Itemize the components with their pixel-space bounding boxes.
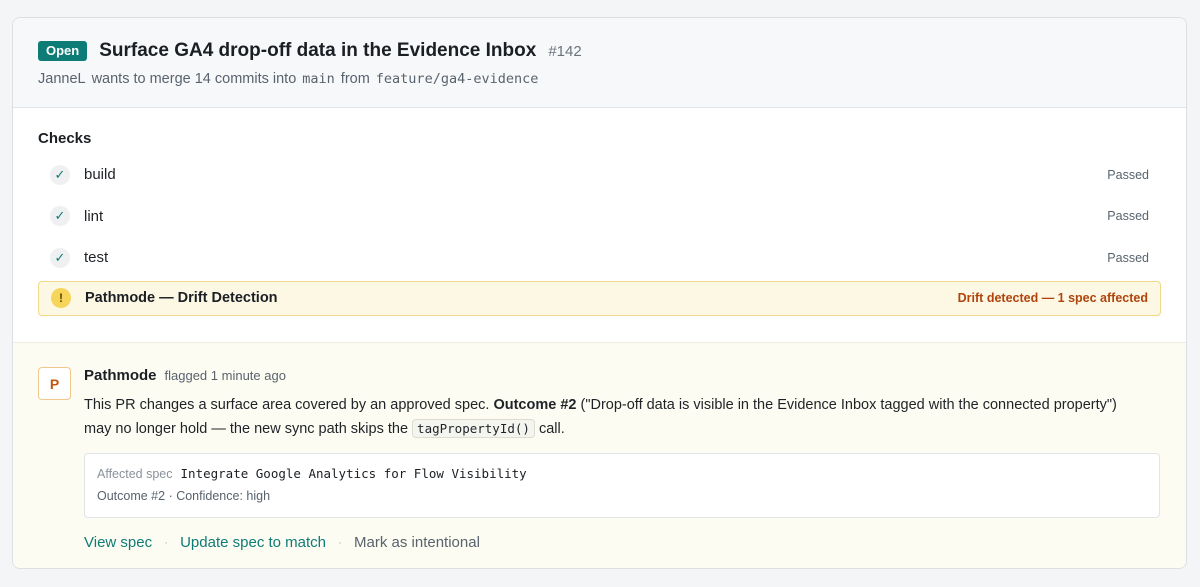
merge-text: wants to merge 14 commits into [91, 71, 297, 87]
outcome-ref: Outcome #2 [493, 397, 577, 413]
comment-message: This PR changes a surface area covered b… [84, 393, 1134, 441]
spec-name: Integrate Google Analytics for Flow Visi… [180, 466, 527, 481]
mark-intentional-link[interactable]: Mark as intentional [354, 534, 480, 551]
message-text: call. [538, 421, 565, 437]
pr-title-row: Open Surface GA4 drop-off data in the Ev… [38, 40, 1161, 62]
checks-title: Checks [38, 130, 92, 147]
check-name: test [84, 249, 109, 267]
warning-icon: ! [51, 288, 71, 308]
checkmark-icon: ✓ [50, 164, 70, 185]
pull-request-card: Open Surface GA4 drop-off data in the Ev… [12, 17, 1187, 569]
bot-comment: P Pathmode flagged 1 minute ago This PR … [13, 342, 1186, 568]
check-status: Passed [1107, 209, 1149, 224]
pr-subtitle: JanneL wants to merge 14 commits into ma… [38, 71, 1161, 87]
message-text: This PR changes a surface area covered b… [84, 397, 490, 413]
separator: · [338, 535, 343, 549]
comment-author[interactable]: Pathmode [84, 367, 157, 384]
comment-timestamp: flagged 1 minute ago [164, 368, 286, 383]
checkmark-icon: ✓ [50, 206, 70, 227]
base-branch[interactable]: main [302, 71, 335, 87]
spec-label: Affected spec [97, 467, 173, 481]
drift-check-name: Pathmode — Drift Detection [85, 290, 278, 306]
drift-detection-check[interactable]: ! Pathmode — Drift Detection Drift detec… [38, 280, 1161, 316]
code-snippet: tagPropertyId() [412, 419, 535, 438]
spec-meta: Outcome #2 · Confidence: high [97, 489, 271, 503]
check-row-build[interactable]: ✓ build Passed [38, 154, 1161, 196]
checks-list: ✓ build Passed ✓ lint Passed ✓ test Pass… [38, 154, 1161, 279]
pr-header: Open Surface GA4 drop-off data in the Ev… [13, 18, 1186, 108]
separator: · [164, 535, 169, 549]
check-name: lint [84, 207, 104, 225]
checks-section: Checks ✓ build Passed ✓ lint Passed ✓ te… [13, 108, 1186, 316]
page-title: Surface GA4 drop-off data in the Evidenc… [99, 40, 537, 61]
check-row-test[interactable]: ✓ test Passed [38, 237, 1161, 279]
update-spec-link[interactable]: Update spec to match [180, 534, 326, 551]
comment-header: Pathmode flagged 1 minute ago [84, 367, 1161, 385]
check-status: Passed [1107, 250, 1149, 265]
affected-spec-box: Affected spec Integrate Google Analytics… [84, 453, 1160, 518]
check-status: Passed [1107, 167, 1149, 182]
check-name: build [84, 166, 116, 184]
view-spec-link[interactable]: View spec [84, 534, 152, 551]
comment-body: Pathmode flagged 1 minute ago This PR ch… [84, 367, 1161, 552]
avatar: P [38, 367, 71, 400]
head-branch[interactable]: feature/ga4-evidence [376, 71, 539, 87]
status-badge: Open [38, 41, 88, 61]
from-text: from [340, 71, 370, 87]
check-row-lint[interactable]: ✓ lint Passed [38, 196, 1161, 238]
drift-check-status: Drift detected — 1 spec affected [957, 291, 1148, 305]
pr-author[interactable]: JanneL [38, 71, 86, 87]
pr-number: #142 [548, 42, 582, 60]
checkmark-icon: ✓ [50, 247, 70, 268]
spec-row: Affected spec Integrate Google Analytics… [97, 466, 1147, 484]
comment-actions: View spec · Update spec to match · Mark … [84, 532, 1161, 552]
